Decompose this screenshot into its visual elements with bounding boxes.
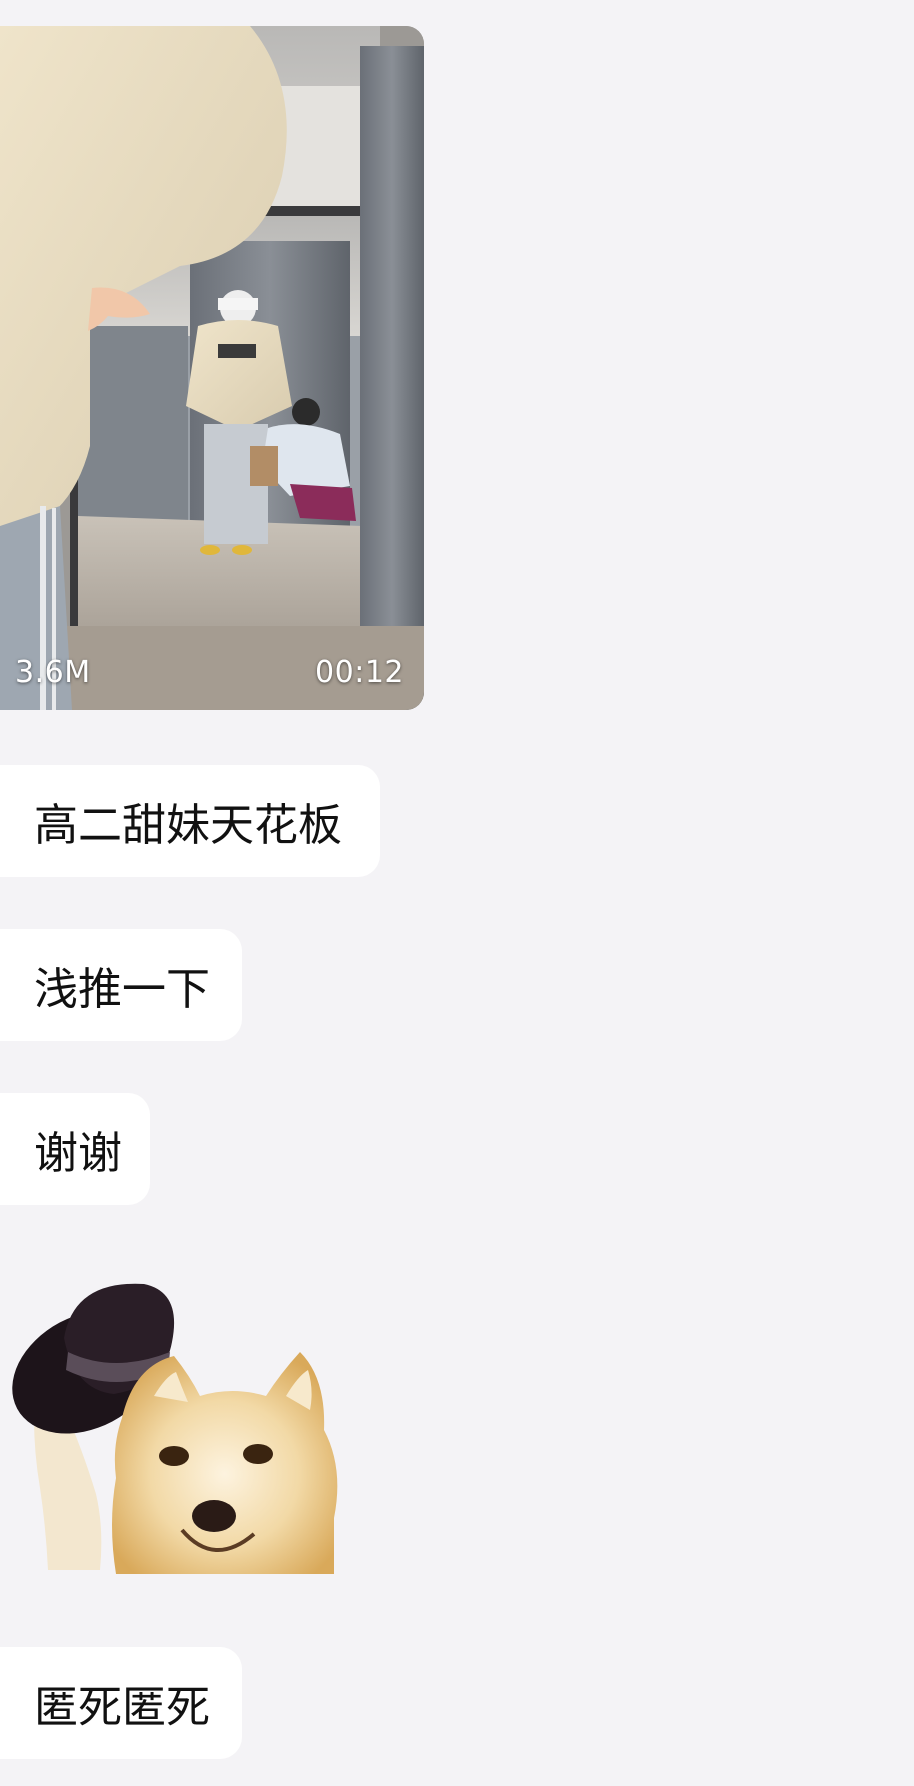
video-file-size: 3.6M <box>15 655 91 690</box>
message-text: 高二甜妹天花板 <box>34 800 342 851</box>
message-text: 浅推一下 <box>34 964 210 1015</box>
video-duration: 00:12 <box>315 655 404 690</box>
message-bubble[interactable]: 谢谢 <box>0 1093 150 1205</box>
shiba-hat-sticker-icon <box>12 1283 338 1574</box>
message-bubble[interactable]: 浅推一下 <box>0 929 242 1041</box>
message-bubble[interactable]: 匿死匿死 <box>0 1647 242 1759</box>
video-message[interactable]: 3.6M 00:12 <box>0 26 424 710</box>
video-thumbnail <box>0 26 424 710</box>
message-text: 匿死匿死 <box>34 1682 210 1733</box>
message-text: 谢谢 <box>34 1128 122 1179</box>
message-bubble[interactable]: 高二甜妹天花板 <box>0 765 380 877</box>
sticker-message[interactable] <box>4 1278 366 1574</box>
